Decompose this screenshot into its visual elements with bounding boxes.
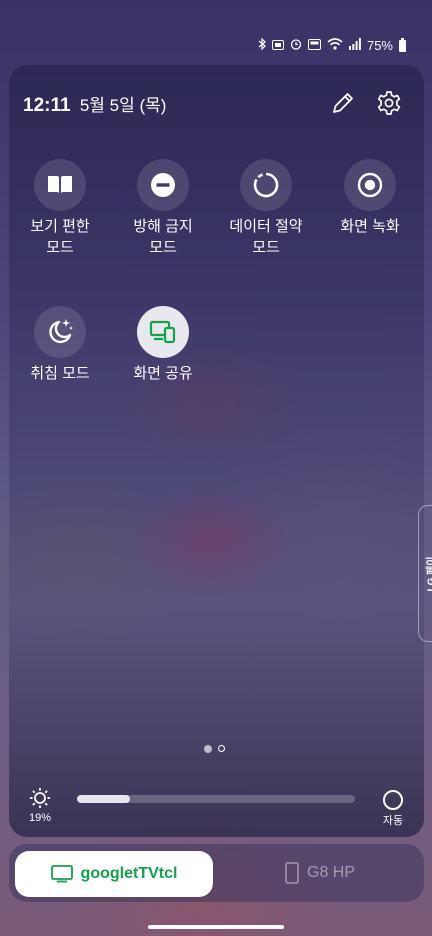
do-not-disturb-icon bbox=[151, 173, 175, 197]
lg-pay-handle[interactable]: LG 페이 bbox=[418, 505, 432, 642]
tile-label: 취침 모드 bbox=[30, 365, 90, 382]
tile-label: 보기 편한 모드 bbox=[30, 218, 90, 256]
tile-data-saver-button[interactable] bbox=[240, 159, 292, 211]
wifi-icon bbox=[327, 38, 343, 53]
volte-icon bbox=[307, 38, 321, 53]
auto-brightness-label: 자동 bbox=[382, 815, 404, 827]
tile-do-not-disturb[interactable]: 방해 금지 모드 bbox=[113, 159, 213, 258]
sun-icon bbox=[30, 788, 50, 808]
tile-screen-record-button[interactable] bbox=[344, 159, 396, 211]
brightness-slider-fill bbox=[77, 795, 130, 803]
tile-dnd-button[interactable] bbox=[137, 159, 189, 211]
tile-bedtime-button[interactable] bbox=[34, 306, 86, 358]
battery-percent: 75% bbox=[366, 38, 393, 53]
nfc-icon bbox=[271, 38, 284, 53]
page-indicator bbox=[204, 745, 225, 753]
tile-label: 방해 금지 모드 bbox=[133, 218, 193, 256]
status-bar: 75% bbox=[258, 37, 406, 53]
bedtime-icon bbox=[49, 319, 73, 344]
brightness-indicator: 19% bbox=[27, 787, 53, 824]
tile-reading-mode[interactable]: 보기 편한 모드 bbox=[10, 159, 110, 258]
tile-bedtime-mode[interactable]: 취침 모드 bbox=[10, 306, 110, 384]
battery-icon bbox=[399, 37, 406, 52]
quick-settings-panel: 12:11 5월 5일 (목) 보기 편한 모드 방해 금지 모드 데이터 절약… bbox=[9, 65, 424, 837]
tile-label: 데이터 절약 모드 bbox=[229, 218, 303, 256]
settings-button[interactable] bbox=[375, 89, 403, 117]
pencil-icon bbox=[333, 93, 353, 113]
auto-brightness-icon bbox=[383, 790, 403, 810]
brightness-percent: 19% bbox=[28, 812, 52, 824]
datetime: 12:11 5월 5일 (목) bbox=[23, 91, 166, 117]
tile-screen-share[interactable]: 화면 공유 bbox=[113, 306, 213, 384]
home-indicator[interactable] bbox=[148, 925, 284, 929]
edit-button[interactable] bbox=[329, 89, 357, 117]
gear-icon bbox=[377, 91, 401, 115]
device-switch-bar: googletTVtcl G8 HP bbox=[9, 844, 424, 902]
device-tv-button[interactable]: googletTVtcl bbox=[15, 851, 213, 897]
screen-share-icon bbox=[149, 320, 176, 344]
alarm-icon bbox=[290, 38, 302, 53]
page-dot-2[interactable] bbox=[218, 745, 225, 752]
lg-pay-label: LG 페이 bbox=[426, 555, 432, 592]
signal-icon bbox=[348, 38, 361, 53]
device-phone-button[interactable]: G8 HP bbox=[285, 862, 355, 884]
phone-icon bbox=[285, 862, 299, 884]
clock-date: 5월 5일 (목) bbox=[79, 96, 167, 115]
tile-label: 화면 공유 bbox=[133, 365, 193, 382]
device-phone-label: G8 HP bbox=[307, 864, 356, 881]
tile-data-saver[interactable]: 데이터 절약 모드 bbox=[216, 159, 316, 258]
clock-time: 12:11 bbox=[23, 95, 71, 116]
tile-screen-record[interactable]: 화면 녹화 bbox=[320, 159, 420, 237]
brightness-slider[interactable] bbox=[77, 795, 355, 803]
auto-brightness-toggle[interactable]: 자동 bbox=[381, 790, 405, 828]
page-dot-1[interactable] bbox=[204, 745, 212, 753]
data-saver-icon bbox=[253, 172, 279, 198]
tv-icon bbox=[50, 865, 73, 883]
bluetooth-icon bbox=[258, 37, 266, 53]
device-tv-label: googletTVtcl bbox=[80, 865, 178, 882]
tile-reading-mode-button[interactable] bbox=[34, 159, 86, 211]
book-icon bbox=[48, 176, 72, 194]
tile-screen-share-button[interactable] bbox=[137, 306, 189, 358]
screen-record-icon bbox=[357, 172, 383, 198]
tile-label: 화면 녹화 bbox=[340, 218, 400, 235]
